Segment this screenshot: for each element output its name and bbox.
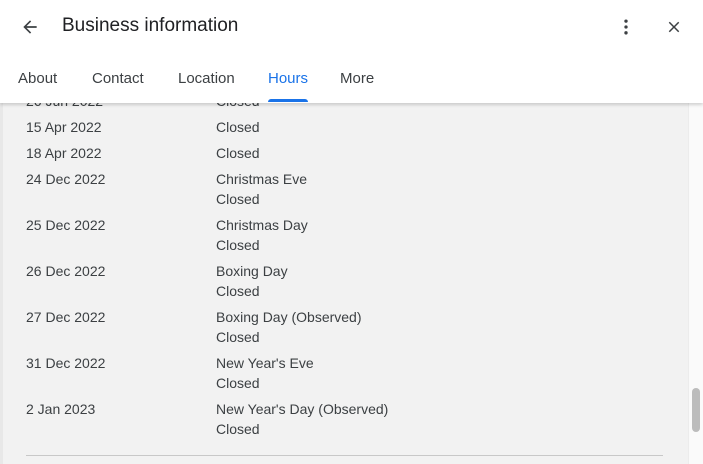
holiday-name: Boxing Day (Observed) — [216, 309, 362, 325]
holiday-date: 18 Apr 2022 — [26, 145, 102, 161]
holiday-date: 31 Dec 2022 — [26, 355, 106, 371]
scrollbar-thumb[interactable] — [692, 388, 700, 432]
close-button[interactable] — [656, 9, 692, 45]
holiday-name: New Year's Day (Observed) — [216, 401, 389, 417]
holiday-name: Christmas Eve — [216, 171, 308, 187]
arrow-back-icon — [23, 20, 37, 34]
tab-contact[interactable]: Contact — [92, 58, 144, 103]
holiday-status: Closed — [216, 145, 260, 161]
tab-location[interactable]: Location — [178, 58, 235, 103]
holiday-name: New Year's Eve — [216, 355, 314, 371]
holiday-date: 15 Apr 2022 — [26, 119, 102, 135]
list-edge — [0, 103, 3, 464]
tab-more[interactable]: More — [340, 58, 374, 103]
more-vert-icon — [624, 19, 628, 35]
holiday-date: 27 Dec 2022 — [26, 309, 106, 325]
holiday-date: 2 Jan 2023 — [26, 401, 96, 417]
holiday-status: Closed — [216, 191, 260, 207]
holiday-date: 26 Dec 2022 — [26, 263, 106, 279]
tab-hours[interactable]: Hours — [268, 58, 308, 103]
tab-about[interactable]: About — [18, 58, 57, 103]
holiday-status: Closed — [216, 119, 260, 135]
dialog-header: Business information About Contact Locat… — [0, 0, 703, 103]
tab-bar: About Contact Location Hours More — [0, 58, 703, 103]
holiday-name: Christmas Day — [216, 217, 308, 233]
holiday-status: Closed — [216, 421, 260, 437]
holiday-status: Closed — [216, 283, 260, 299]
page-title: Business information — [62, 15, 239, 36]
holiday-status: Closed — [216, 329, 260, 345]
holiday-status: Closed — [216, 375, 260, 391]
back-button[interactable] — [12, 9, 48, 45]
close-icon — [668, 21, 680, 33]
scrollbar[interactable] — [688, 103, 703, 464]
more-options-button[interactable] — [608, 9, 644, 45]
holiday-name: Boxing Day — [216, 263, 288, 279]
active-tab-indicator — [268, 99, 308, 102]
holiday-date: 24 Dec 2022 — [26, 171, 106, 187]
divider — [26, 455, 663, 456]
holiday-date: 25 Dec 2022 — [26, 217, 106, 233]
holiday-status: Closed — [216, 237, 260, 253]
